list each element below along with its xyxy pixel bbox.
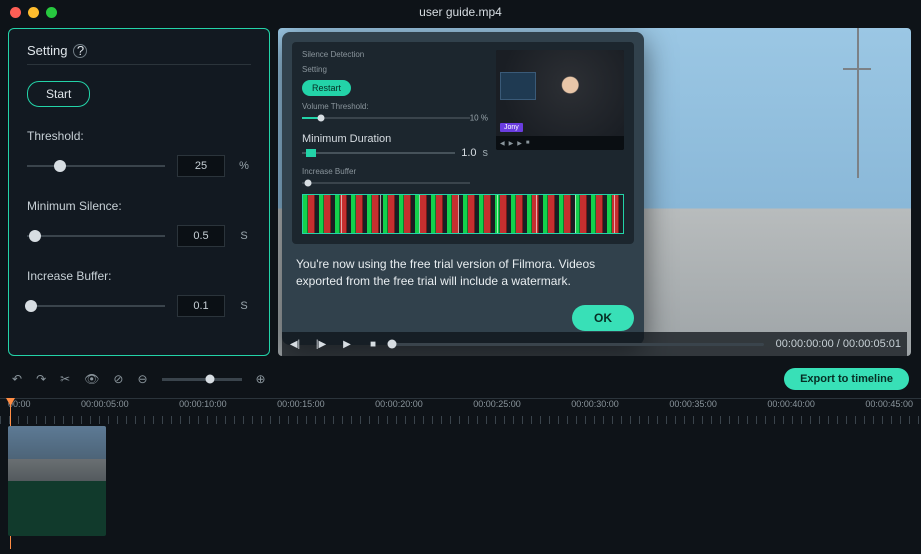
inc-buffer-value[interactable]: 0.1 [177, 295, 225, 317]
stop-icon[interactable]: ■ [366, 337, 380, 351]
inc-buffer-slider[interactable] [27, 299, 165, 313]
step-back-icon[interactable]: ◀| [288, 337, 302, 351]
trial-dialog: Silence Detection Setting Restart Volume… [282, 32, 644, 345]
min-silence-label: Minimum Silence: [27, 199, 251, 213]
redo-icon[interactable]: ↷ [36, 372, 46, 386]
timeline-toolbar: ↶ ↷ ✂ 👁 ⊘ ⊖ ⊕ Export to timeline [0, 364, 921, 394]
zoom-in-icon[interactable]: ⊕ [256, 372, 266, 386]
time-ruler[interactable]: 00:0000:00:05:0000:00:10:0000:00:15:0000… [0, 398, 921, 424]
window-controls [10, 7, 57, 18]
timeline: 00:0000:00:05:0000:00:10:0000:00:15:0000… [0, 398, 921, 542]
min-silence-slider[interactable] [27, 229, 165, 243]
sd-label: Silence Detection [302, 50, 488, 59]
dialog-message: You're now using the free trial version … [296, 256, 630, 291]
mini-play-icon[interactable]: ▶ [509, 140, 514, 147]
threshold-value[interactable]: 25 [177, 155, 225, 177]
window-title: user guide.mp4 [419, 5, 502, 19]
restart-button[interactable]: Restart [302, 80, 351, 96]
title-bar: user guide.mp4 [0, 0, 921, 24]
vol-threshold-label: Volume Threshold: [302, 102, 488, 111]
ruler-mark: 00:00:05:00 [81, 399, 129, 409]
inner-setting-label: Setting [302, 65, 488, 74]
min-duration-label: Minimum Duration [302, 133, 391, 145]
inc-buffer-control: Increase Buffer: 0.1 S [27, 269, 251, 317]
threshold-slider[interactable] [27, 159, 165, 173]
min-duration-value: 1.0 [461, 147, 476, 159]
scissors-icon[interactable]: ✂ [60, 372, 70, 386]
zoom-slider[interactable] [162, 378, 242, 381]
clip-track[interactable] [0, 426, 921, 542]
step-fwd-icon[interactable]: |▶ [314, 337, 328, 351]
eye-icon[interactable]: 👁 [84, 372, 99, 386]
inc-buffer-mini-label: Increase Buffer [302, 167, 488, 176]
start-button[interactable]: Start [27, 81, 90, 107]
waveform-strip[interactable] [302, 194, 624, 234]
inc-buffer-unit: S [237, 300, 251, 312]
mini-prev-icon[interactable]: ◀ [500, 140, 505, 147]
ruler-mark: 00:00:25:00 [473, 399, 521, 409]
zoom-out-icon[interactable]: ⊖ [137, 372, 147, 386]
mini-next-icon[interactable]: ▶ [517, 140, 522, 147]
ruler-mark: 00:00:20:00 [375, 399, 423, 409]
ruler-mark: 00:00:45:00 [865, 399, 913, 409]
video-preview: Silence Detection Setting Restart Volume… [278, 28, 911, 356]
min-silence-value[interactable]: 0.5 [177, 225, 225, 247]
eye-off-icon[interactable]: ⊘ [113, 372, 123, 386]
video-clip[interactable] [8, 426, 106, 536]
threshold-control: Threshold: 25 % [27, 129, 251, 177]
close-window-icon[interactable] [10, 7, 21, 18]
threshold-unit: % [237, 160, 251, 172]
vol-threshold-slider[interactable]: 10 % [302, 113, 488, 123]
ruler-mark: 00:00:40:00 [767, 399, 815, 409]
settings-panel: Setting ? Start Threshold: 25 % Minimum … [8, 28, 270, 356]
min-silence-control: Minimum Silence: 0.5 S [27, 199, 251, 247]
export-timeline-button[interactable]: Export to timeline [784, 368, 909, 390]
ruler-mark: 00:00:15:00 [277, 399, 325, 409]
ok-button[interactable]: OK [572, 305, 634, 331]
ruler-mark: 00:00:30:00 [571, 399, 619, 409]
min-silence-unit: S [237, 230, 251, 242]
min-duration-unit: s [483, 147, 489, 159]
time-display: 00:00:00:00 / 00:00:05:01 [776, 338, 901, 350]
ruler-mark: 00:00:10:00 [179, 399, 227, 409]
playback-bar: ◀| |▶ ▶ ■ 00:00:00:00 / 00:00:05:01 [282, 332, 907, 356]
inc-buffer-mini-slider[interactable] [302, 178, 488, 188]
play-icon[interactable]: ▶ [340, 337, 354, 351]
help-icon[interactable]: ? [73, 44, 87, 58]
person-name: Jony [500, 123, 523, 132]
settings-heading: Setting [27, 43, 67, 58]
mini-stop-icon[interactable]: ■ [526, 140, 530, 146]
maximize-window-icon[interactable] [46, 7, 57, 18]
inc-buffer-label: Increase Buffer: [27, 269, 251, 283]
divider [27, 64, 251, 65]
minimize-window-icon[interactable] [28, 7, 39, 18]
mini-playbar: ◀ ▶ ▶ ■ [496, 136, 624, 150]
min-duration-slider[interactable] [302, 147, 455, 159]
seek-bar[interactable] [392, 343, 764, 346]
mini-preview: Jony ◀ ▶ ▶ ■ [496, 50, 624, 150]
undo-icon[interactable]: ↶ [12, 372, 22, 386]
threshold-label: Threshold: [27, 129, 251, 143]
ruler-mark: 00:00:35:00 [669, 399, 717, 409]
